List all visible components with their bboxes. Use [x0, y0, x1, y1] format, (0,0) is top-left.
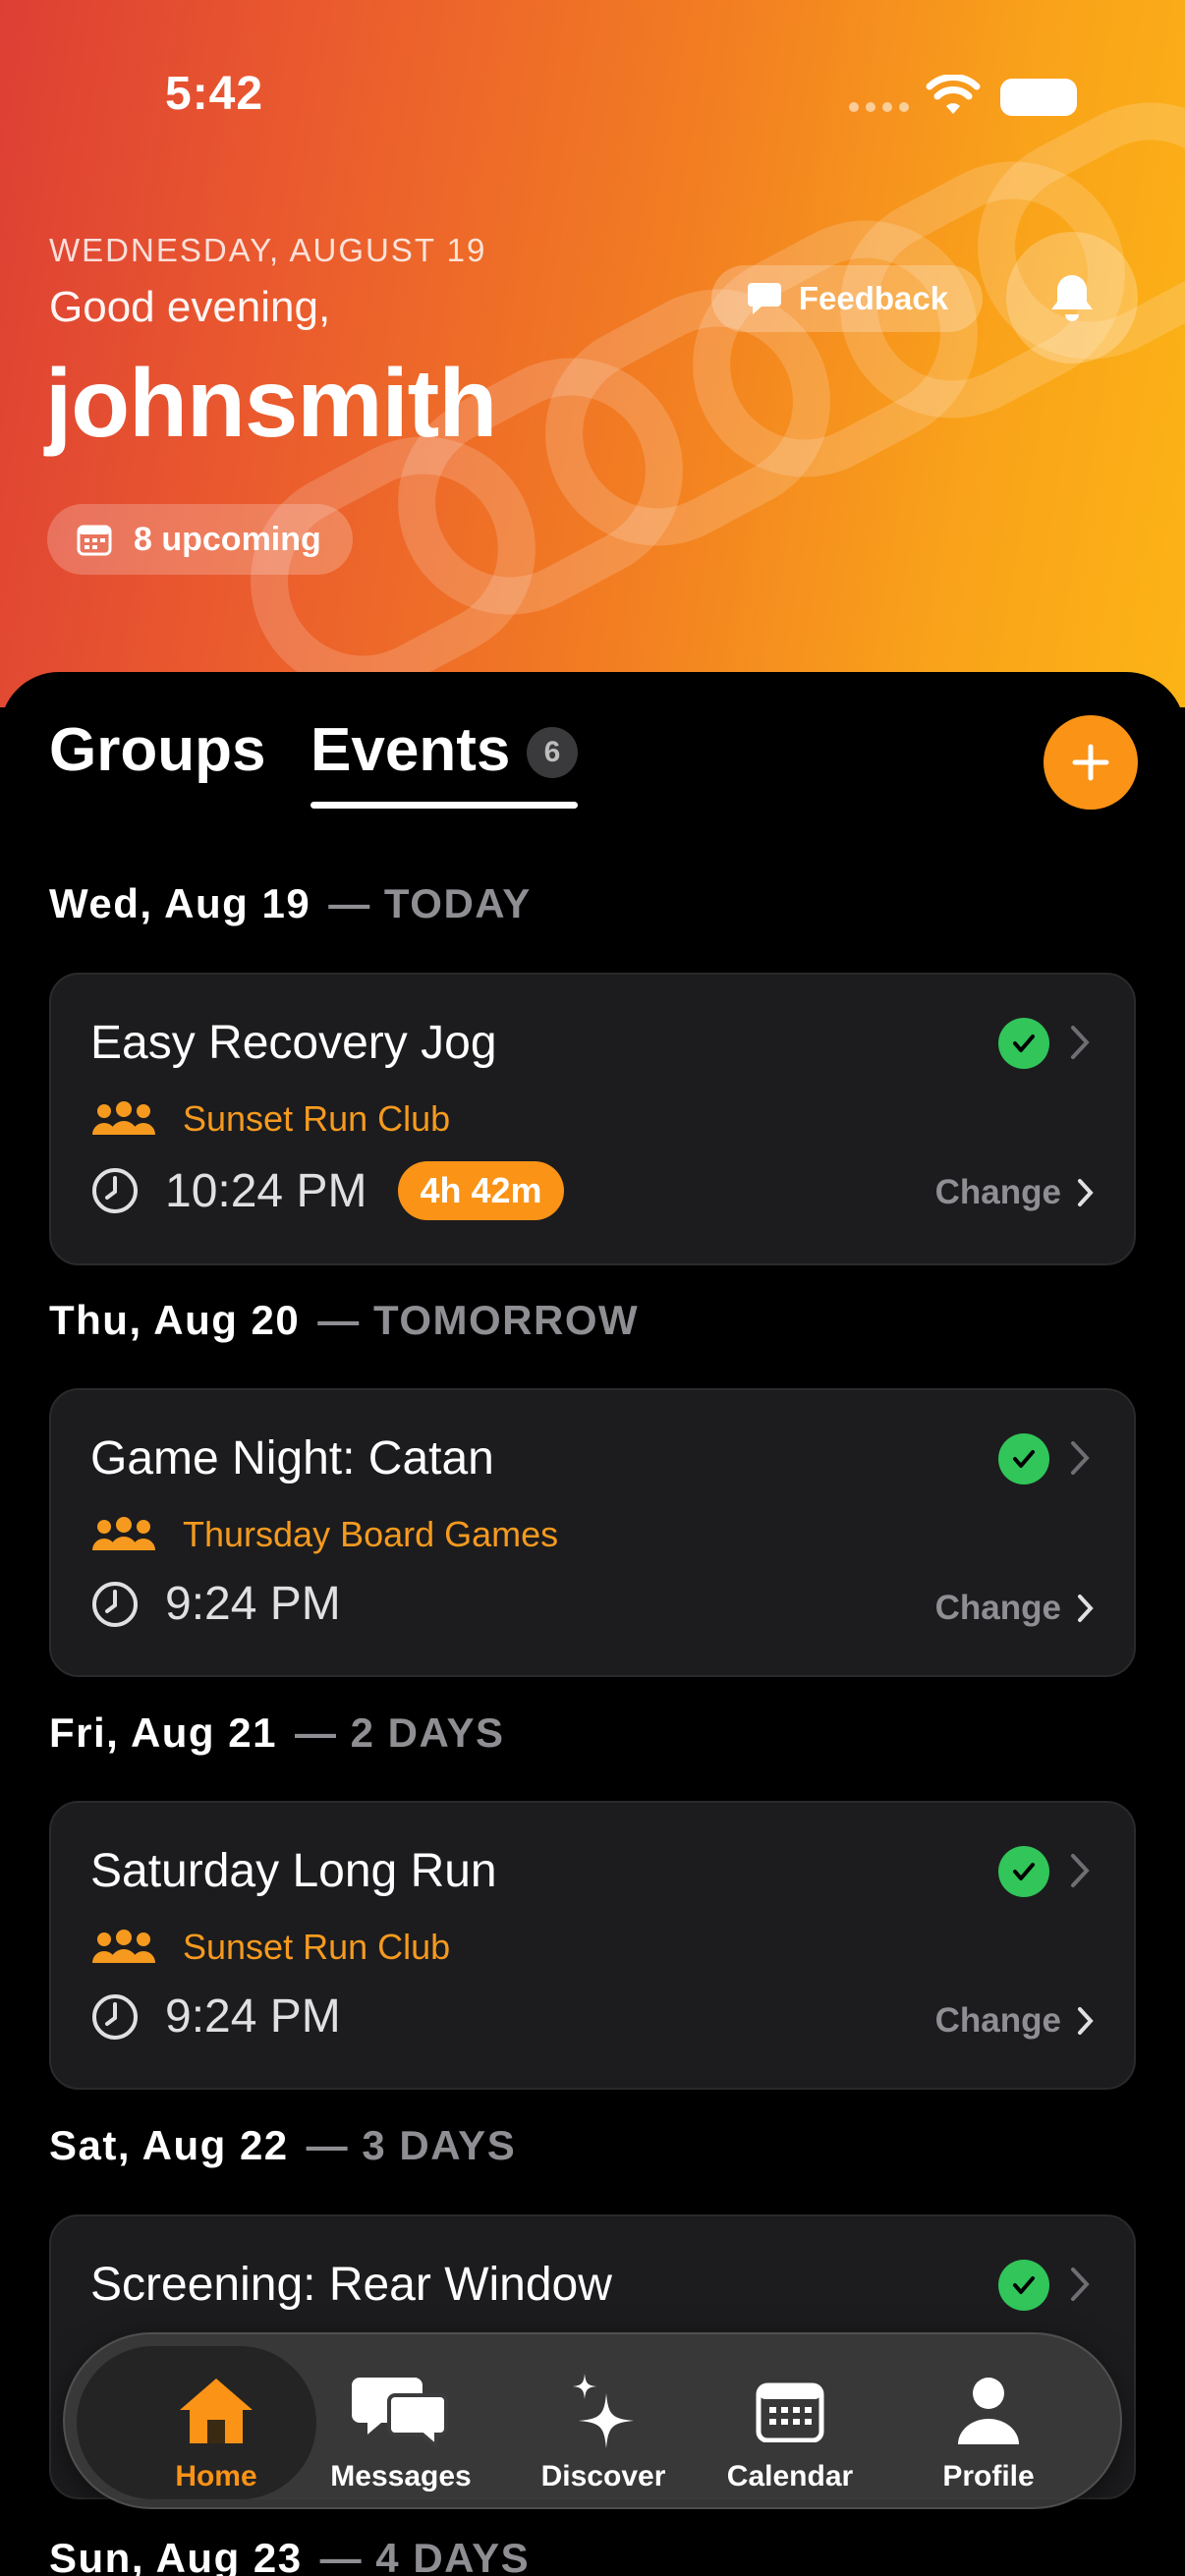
event-title: Saturday Long Run [90, 1845, 497, 1897]
bell-icon [1051, 275, 1093, 321]
event-group-name: Thursday Board Games [183, 1514, 559, 1554]
change-button[interactable]: Change [935, 1173, 1095, 1212]
change-button[interactable]: Change [935, 2001, 1095, 2041]
notifications-button[interactable] [1006, 232, 1138, 364]
tab-calendar[interactable]: Calendar [721, 2356, 859, 2493]
status-time: 5:42 [165, 68, 264, 120]
tab-home-label: Home [175, 2460, 257, 2492]
tab-profile[interactable]: Profile [920, 2356, 1057, 2493]
chevron-right-icon [1078, 1179, 1094, 1206]
clock-icon [92, 1168, 138, 1213]
event-time-text: 9:24 PM [165, 1578, 341, 1630]
chevron-right-icon [1078, 1595, 1094, 1622]
events-count-badge: 6 [527, 727, 578, 778]
day-header: Fri, Aug 21 — 2 DAYS [49, 1709, 505, 1757]
tab-discover-label: Discover [540, 2460, 666, 2492]
event-group-name: Sunset Run Club [183, 1927, 451, 1967]
tab-discover[interactable]: Discover [535, 2356, 672, 2493]
change-label: Change [934, 1589, 1061, 1627]
day-relative: — TOMORROW [317, 1297, 640, 1343]
chevron-right-icon [1071, 1441, 1090, 1475]
header: 5:42 WEDNESDAY, AUGUST 19 Good evening, … [0, 0, 1185, 707]
event-time: 9:24 PM [90, 1989, 341, 2044]
change-button[interactable]: Change [935, 1589, 1095, 1628]
group-people-icon [92, 1930, 155, 1963]
change-label: Change [934, 1173, 1061, 1211]
day-header: Sun, Aug 23 — 4 DAYS [49, 2535, 530, 2576]
event-group: Sunset Run Club [90, 1927, 450, 1968]
username: johnsmith [45, 349, 497, 457]
chevron-right-icon [1071, 2268, 1090, 2301]
day-header: Wed, Aug 19 — TODAY [49, 880, 532, 927]
battery-icon [1000, 79, 1077, 116]
event-card[interactable]: Saturday Long Run Sunset Run Club 9:24 P… [49, 1801, 1136, 2090]
sparkles-icon [573, 2374, 634, 2448]
chevron-right-icon [1078, 2007, 1094, 2035]
tab-profile-label: Profile [942, 2460, 1035, 2492]
feedback-label: Feedback [798, 280, 949, 316]
tab-events[interactable]: Events [310, 715, 510, 785]
tab-messages[interactable]: Messages [322, 2356, 480, 2493]
event-group: Sunset Run Club [90, 1098, 450, 1140]
tab-groups[interactable]: Groups [49, 715, 265, 785]
day-relative: — 3 DAYS [306, 2122, 517, 2168]
person-icon [958, 2378, 1019, 2444]
change-label: Change [934, 2001, 1061, 2040]
home-icon [180, 2379, 253, 2443]
group-people-icon [92, 1517, 155, 1550]
messages-icon [352, 2378, 448, 2448]
event-time: 9:24 PM [90, 1577, 341, 1631]
wifi-icon [926, 75, 981, 114]
current-date: WEDNESDAY, AUGUST 19 [49, 232, 487, 268]
greeting-text: Good evening, [49, 283, 331, 331]
event-time-text: 9:24 PM [165, 1990, 341, 2043]
feedback-button[interactable]: Feedback [711, 265, 983, 332]
clock-icon [92, 1581, 138, 1627]
tab-home[interactable]: Home [147, 2356, 285, 2493]
countdown-badge: 4h 42m [398, 1161, 564, 1220]
chevron-right-icon [1071, 1026, 1090, 1059]
day-date: Wed, Aug 19 [49, 880, 311, 926]
day-date: Fri, Aug 21 [49, 1709, 277, 1756]
signal-dots-icon [849, 102, 909, 112]
day-date: Thu, Aug 20 [49, 1297, 301, 1343]
check-icon [998, 1846, 1049, 1897]
tab-messages-label: Messages [330, 2460, 472, 2492]
event-card[interactable]: Easy Recovery Jog Sunset Run Club 10:24 … [49, 973, 1136, 1265]
upcoming-count-label: 8 upcoming [134, 520, 321, 558]
event-time-text: 10:24 PM [165, 1164, 367, 1217]
day-date: Sat, Aug 22 [49, 2122, 289, 2168]
event-title: Game Night: Catan [90, 1432, 494, 1484]
add-event-button[interactable] [1044, 715, 1138, 810]
group-people-icon [92, 1101, 155, 1135]
chevron-right-icon [1071, 1854, 1090, 1887]
check-icon [998, 1018, 1049, 1069]
day-relative: — TODAY [328, 880, 532, 926]
event-group-name: Sunset Run Club [183, 1098, 451, 1139]
plus-icon [1072, 744, 1109, 781]
day-date: Sun, Aug 23 [49, 2535, 303, 2576]
day-header: Sat, Aug 22 — 3 DAYS [49, 2122, 516, 2169]
event-title: Easy Recovery Jog [90, 1017, 497, 1069]
active-tab-indicator [310, 802, 578, 809]
day-relative: — 2 DAYS [294, 1709, 505, 1756]
day-header: Thu, Aug 20 — TOMORROW [49, 1297, 639, 1344]
day-relative: — 4 DAYS [319, 2535, 531, 2576]
bottom-tab-bar: Home Messages Discover Calendar Profile [63, 2332, 1122, 2509]
event-time: 10:24 PM 4h 42m [90, 1161, 564, 1220]
calendar-icon [77, 525, 112, 556]
clock-icon [92, 1993, 138, 2040]
check-icon [998, 2260, 1049, 2311]
event-group: Thursday Board Games [90, 1514, 558, 1555]
event-title: Screening: Rear Window [90, 2259, 612, 2311]
tab-calendar-label: Calendar [726, 2460, 854, 2492]
speech-bubble-icon [747, 283, 781, 314]
event-card[interactable]: Game Night: Catan Thursday Board Games 9… [49, 1388, 1136, 1677]
check-icon [998, 1433, 1049, 1484]
calendar-icon [756, 2382, 824, 2442]
upcoming-count-pill[interactable]: 8 upcoming [47, 504, 353, 575]
